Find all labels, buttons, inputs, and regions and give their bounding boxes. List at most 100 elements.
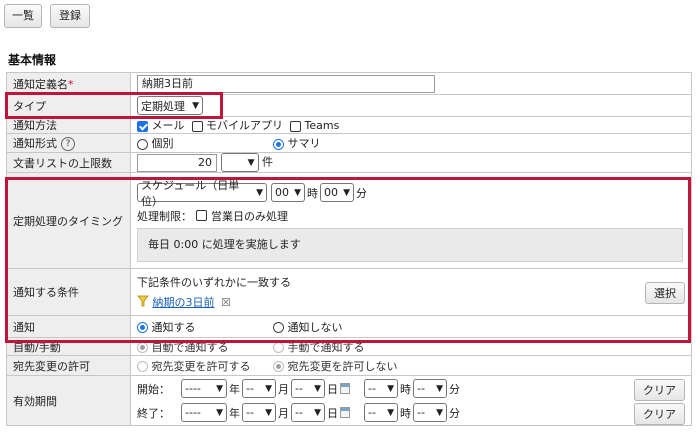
chevron-down-icon: ▼	[294, 187, 301, 198]
clear-start-button[interactable]: クリア	[634, 379, 685, 401]
checkbox-mobile[interactable]	[191, 120, 203, 132]
option-mail: メール	[151, 119, 185, 132]
minute-select-value: 00	[324, 186, 338, 199]
label-period: 有効期間	[6, 375, 131, 426]
end-year-select[interactable]: ---- ▼	[181, 403, 227, 422]
radio-individual[interactable]	[137, 138, 148, 150]
radio-recipient-allow[interactable]	[137, 361, 148, 372]
end-hour-unit: 時	[400, 406, 411, 420]
chevron-down-icon: ▼	[265, 407, 272, 418]
remove-filter-icon[interactable]: ☒	[221, 296, 231, 309]
schedule-select-value: スケジュール（日単位）	[141, 178, 240, 208]
name-input[interactable]: 納期3日前	[137, 74, 435, 93]
timing-message: 毎日 0:00 に処理を実施します	[137, 227, 683, 262]
section-title: 基本情報	[8, 53, 57, 67]
schedule-select[interactable]: スケジュール（日単位） ▼	[137, 179, 267, 208]
hour-select[interactable]: 00 ▼	[271, 183, 305, 202]
chevron-down-icon: ▼	[247, 157, 255, 168]
start-month-select[interactable]: -- ▼	[242, 379, 276, 398]
limit-unit-select[interactable]: ▼	[220, 153, 259, 172]
end-month-select[interactable]: -- ▼	[242, 403, 276, 422]
select-condition-button[interactable]: 選択	[645, 282, 685, 304]
chevron-down-icon: ▼	[387, 407, 394, 418]
end-label: 終了：	[137, 406, 170, 420]
chevron-down-icon: ▼	[436, 407, 443, 418]
filter-icon	[137, 295, 149, 310]
condition-text: 下記条件のいずれかに一致する	[137, 275, 291, 289]
chevron-down-icon: ▼	[314, 383, 321, 394]
end-day-unit: 日	[327, 406, 338, 420]
row-timing: 定期処理のタイミング スケジュール（日単位） ▼ 00 ▼ 時 00 ▼ 分 処理制限…	[6, 172, 692, 269]
start-day-unit: 日	[327, 382, 338, 396]
end-year-unit: 年	[229, 406, 240, 420]
end-hour-select[interactable]: -- ▼	[364, 403, 398, 422]
calendar-icon[interactable]	[340, 407, 350, 418]
chevron-down-icon: ▼	[256, 187, 263, 198]
start-label: 開始：	[137, 382, 170, 396]
chevron-down-icon: ▼	[387, 383, 394, 394]
end-minute-select[interactable]: -- ▼	[413, 403, 447, 422]
radio-notify-on[interactable]	[137, 322, 148, 333]
row-notify: 通知 通知する 通知しない	[6, 315, 692, 338]
start-year-select[interactable]: ---- ▼	[181, 379, 227, 398]
hour-select-value: 00	[275, 186, 289, 199]
checkbox-teams[interactable]	[290, 120, 301, 132]
radio-auto[interactable]	[137, 342, 148, 353]
clear-end-button[interactable]: クリア	[634, 403, 685, 425]
chevron-down-icon: ▼	[216, 383, 223, 394]
minute-select[interactable]: 00 ▼	[320, 183, 354, 202]
start-month-value: --	[246, 382, 254, 395]
option-manual: 手動で通知する	[287, 340, 365, 354]
option-recipient-deny: 宛先変更を許可しない	[287, 359, 398, 373]
limit-input[interactable]: 20	[137, 153, 217, 172]
chevron-down-icon: ▼	[436, 383, 443, 394]
start-year-unit: 年	[229, 382, 240, 396]
required-mark: *	[68, 77, 74, 91]
checkbox-mail[interactable]	[137, 120, 148, 132]
radio-recipient-deny[interactable]	[273, 361, 284, 372]
chevron-down-icon: ▼	[343, 187, 350, 198]
option-mobile: モバイルアプリ	[206, 119, 283, 132]
row-name: 通知定義名* 納期3日前	[6, 72, 692, 95]
minute-unit: 分	[356, 186, 367, 200]
row-condition: 通知する条件 下記条件のいずれかに一致する 納期の3日前 ☒ 選択	[6, 268, 692, 316]
chevron-down-icon: ▼	[216, 407, 223, 418]
type-select[interactable]: 定期処理 ▼	[137, 96, 203, 115]
end-month-value: --	[246, 406, 254, 419]
help-icon[interactable]: ?	[61, 137, 75, 151]
row-auto: 自動/手動 自動で通知する 手動で通知する	[6, 337, 692, 356]
checkbox-business-days[interactable]	[196, 210, 207, 221]
label-notify: 通知	[6, 315, 131, 338]
option-teams: Teams	[304, 119, 340, 132]
start-year-value: ----	[185, 382, 201, 395]
calendar-icon[interactable]	[340, 383, 350, 394]
option-summary: サマリ	[287, 137, 321, 150]
option-recipient-allow: 宛先変更を許可する	[151, 359, 251, 373]
start-hour-select[interactable]: -- ▼	[364, 379, 398, 398]
start-minute-select[interactable]: -- ▼	[413, 379, 447, 398]
radio-manual[interactable]	[273, 342, 284, 353]
restriction-label: 処理制限：	[137, 209, 192, 223]
label-auto: 自動/手動	[6, 337, 131, 356]
chevron-down-icon: ▼	[265, 383, 272, 394]
radio-summary[interactable]	[273, 138, 284, 150]
radio-notify-off[interactable]	[273, 322, 284, 333]
row-type: タイプ 定期処理 ▼	[6, 94, 692, 117]
start-hour-value: --	[368, 382, 376, 395]
end-day-select[interactable]: -- ▼	[291, 403, 325, 422]
row-limit: 文書リストの上限数 20 ▼ 件	[6, 152, 692, 173]
label-format: 通知形式?	[6, 133, 131, 153]
start-day-select[interactable]: -- ▼	[291, 379, 325, 398]
end-day-value: --	[295, 406, 303, 419]
register-button[interactable]: 登録	[50, 4, 90, 28]
condition-filter-link[interactable]: 納期の3日前	[153, 296, 215, 309]
list-button[interactable]: 一覧	[4, 4, 42, 28]
option-auto: 自動で通知する	[151, 340, 229, 354]
limit-unit-label: 件	[262, 155, 273, 169]
type-select-value: 定期処理	[141, 99, 185, 113]
row-period: 有効期間 開始： ---- ▼ 年 -- ▼ 月 -- ▼ 日 -- ▼ 時 -- ▼ 分 終了： …	[6, 375, 692, 426]
hour-unit: 時	[307, 186, 318, 200]
basic-info-form: 通知定義名* 納期3日前 タイプ 定期処理 ▼ 通知方法 メール モバイルアプリ …	[6, 72, 692, 426]
start-hour-unit: 時	[400, 382, 411, 396]
period-start-row: 開始： ---- ▼ 年 -- ▼ 月 -- ▼ 日 -- ▼ 時 -- ▼ 分	[137, 377, 685, 401]
